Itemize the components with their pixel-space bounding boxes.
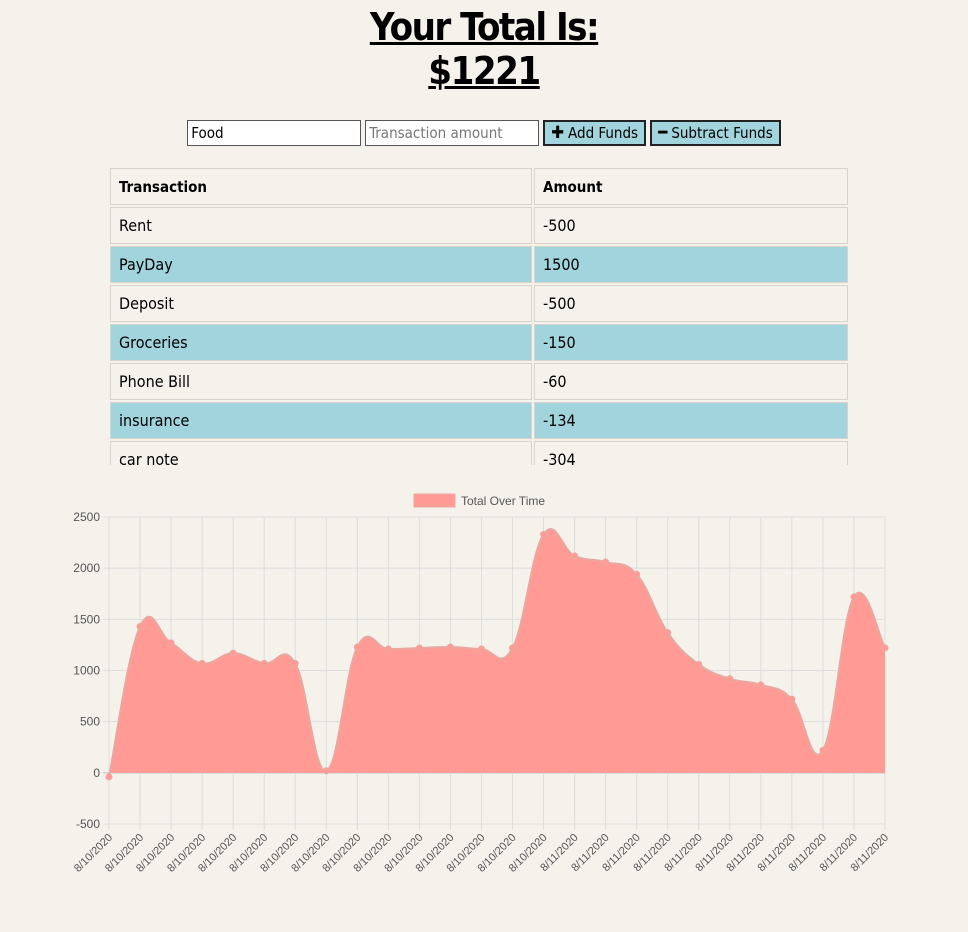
transaction-name-cell: car note bbox=[110, 441, 532, 465]
data-point bbox=[415, 644, 423, 652]
y-tick-label: 2500 bbox=[73, 510, 100, 524]
data-point bbox=[695, 660, 703, 668]
data-point bbox=[353, 643, 361, 651]
total-amount: $1221 bbox=[428, 49, 541, 93]
data-point bbox=[881, 644, 889, 652]
data-point bbox=[291, 659, 299, 667]
legend-label: Total Over Time bbox=[461, 494, 545, 508]
data-point bbox=[446, 643, 454, 651]
transaction-amount-cell: -500 bbox=[534, 207, 848, 244]
transaction-form: ✚ Add Funds ━ Subtract Funds bbox=[0, 120, 968, 146]
data-point bbox=[322, 767, 330, 775]
transaction-amount-cell: -304 bbox=[534, 441, 848, 465]
table-row: Phone Bill -60 bbox=[110, 363, 848, 400]
data-point bbox=[540, 530, 548, 538]
legend-swatch bbox=[413, 493, 456, 508]
data-point bbox=[260, 659, 268, 667]
transaction-amount-cell: -500 bbox=[534, 285, 848, 322]
transaction-amount-input[interactable] bbox=[365, 120, 540, 146]
transaction-name-input[interactable] bbox=[187, 120, 362, 146]
data-point bbox=[105, 773, 113, 781]
y-tick-label: 1500 bbox=[73, 612, 100, 626]
total-heading: Your Total Is: bbox=[369, 5, 600, 49]
plus-icon: ✚ bbox=[551, 122, 565, 143]
table-row: PayDay 1500 bbox=[110, 246, 848, 283]
header-transaction: Transaction bbox=[110, 168, 532, 205]
transaction-amount-cell: -134 bbox=[534, 402, 848, 439]
table-header-row: Transaction Amount bbox=[110, 168, 848, 205]
transaction-name-cell: Phone Bill bbox=[110, 363, 532, 400]
data-point bbox=[509, 644, 517, 652]
y-tick-label: 2000 bbox=[73, 561, 100, 575]
transaction-amount-cell: -150 bbox=[534, 324, 848, 361]
add-funds-button[interactable]: ✚ Add Funds bbox=[543, 120, 647, 146]
transaction-amount-cell: 1500 bbox=[534, 246, 848, 283]
data-point bbox=[850, 593, 858, 601]
data-point bbox=[726, 675, 734, 683]
minus-icon: ━ bbox=[658, 122, 668, 143]
subtract-funds-button[interactable]: ━ Subtract Funds bbox=[650, 120, 781, 146]
y-tick-label: 0 bbox=[93, 766, 100, 780]
data-point bbox=[198, 659, 206, 667]
data-point bbox=[571, 552, 579, 560]
y-tick-label: -500 bbox=[76, 817, 100, 831]
table-row: Deposit -500 bbox=[110, 285, 848, 322]
data-point bbox=[664, 629, 672, 637]
transactions-table-container[interactable]: Transaction Amount Rent -500 PayDay 1500 Dep… bbox=[108, 166, 850, 465]
total-over-time-chart: 25002000150010005000-5008/10/20208/10/20… bbox=[72, 493, 891, 875]
transaction-name-cell: Rent bbox=[110, 207, 532, 244]
data-point bbox=[136, 622, 144, 630]
data-point bbox=[602, 558, 610, 566]
transaction-name-cell: Deposit bbox=[110, 285, 532, 322]
transaction-name-cell: Groceries bbox=[110, 324, 532, 361]
data-point bbox=[757, 681, 765, 689]
transaction-name-cell: insurance bbox=[110, 402, 532, 439]
transactions-table: Transaction Amount Rent -500 PayDay 1500 Dep… bbox=[108, 166, 850, 465]
transaction-name-cell: PayDay bbox=[110, 246, 532, 283]
transaction-amount-cell: -60 bbox=[534, 363, 848, 400]
table-row: Groceries -150 bbox=[110, 324, 848, 361]
subtract-funds-label: Subtract Funds bbox=[671, 124, 773, 142]
add-funds-label: Add Funds bbox=[568, 124, 639, 142]
y-tick-label: 1000 bbox=[73, 664, 100, 678]
area-fill bbox=[109, 529, 885, 777]
table-row: Rent -500 bbox=[110, 207, 848, 244]
data-point bbox=[384, 645, 392, 653]
data-point bbox=[167, 639, 175, 647]
data-point bbox=[477, 645, 485, 653]
table-row: insurance -134 bbox=[110, 402, 848, 439]
data-point bbox=[819, 746, 827, 754]
data-point bbox=[633, 570, 641, 578]
data-point bbox=[788, 695, 796, 703]
table-row: car note -304 bbox=[110, 441, 848, 465]
header-amount: Amount bbox=[534, 168, 848, 205]
data-point bbox=[229, 649, 237, 657]
y-tick-label: 500 bbox=[80, 715, 100, 729]
